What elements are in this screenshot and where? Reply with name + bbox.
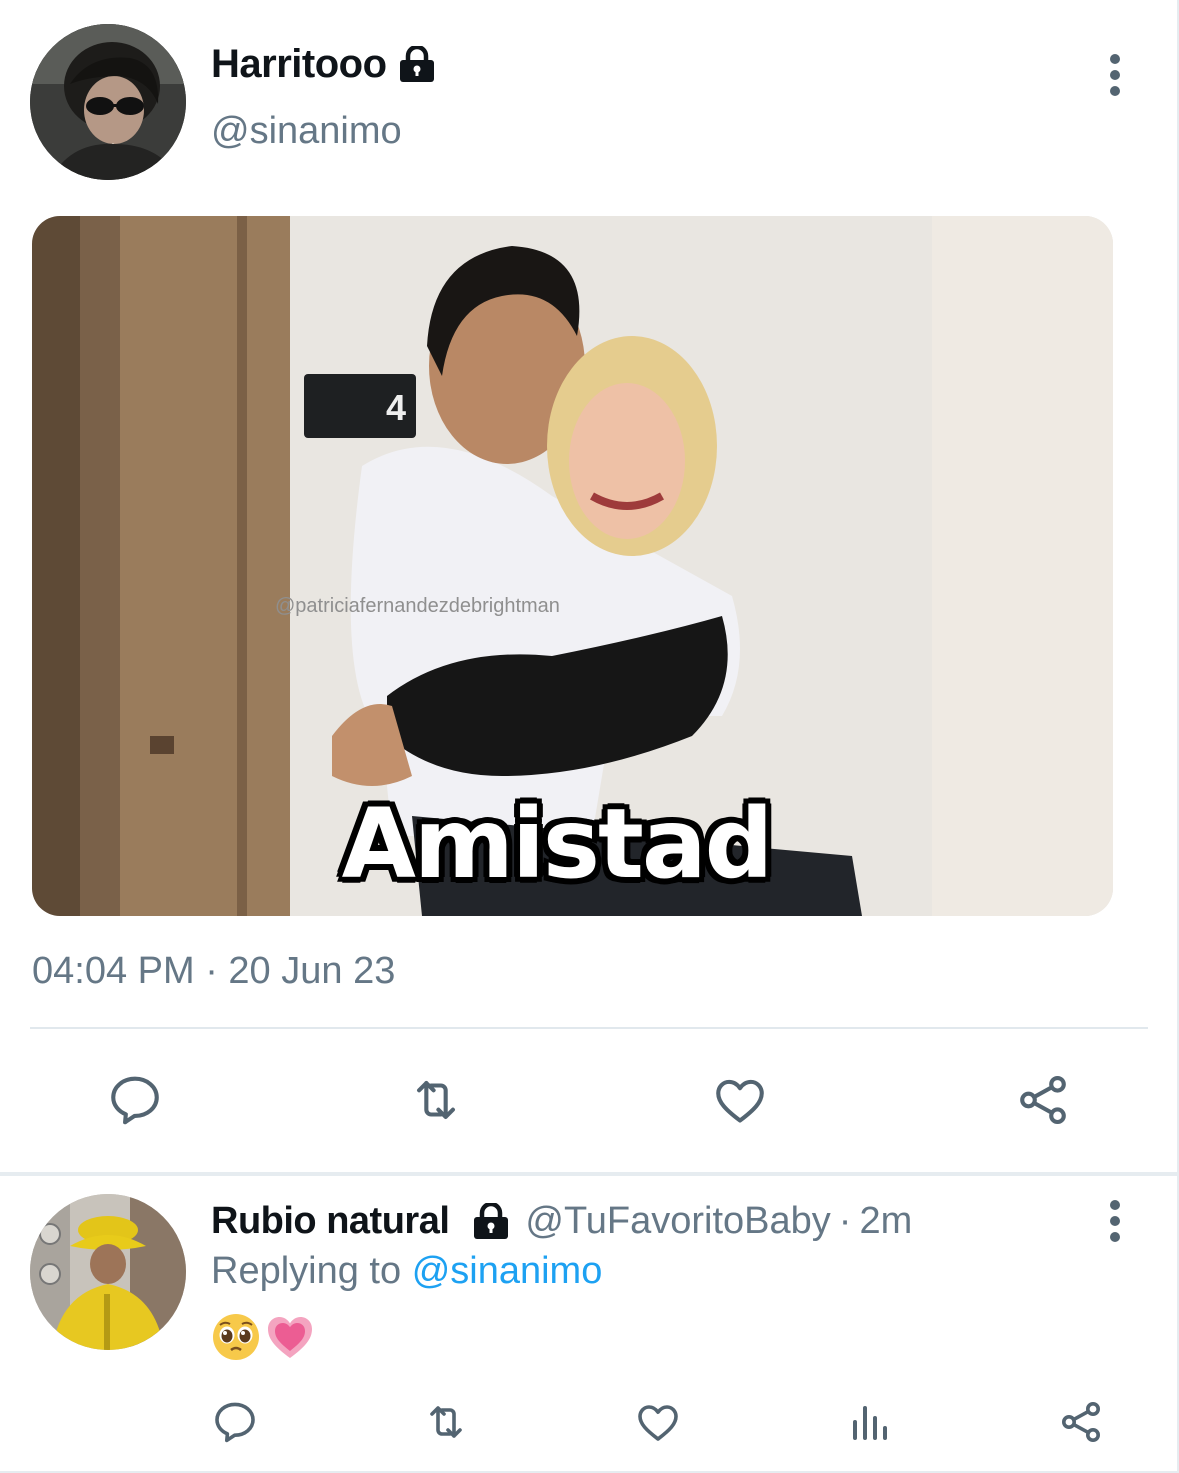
author-name[interactable]: Harritooo bbox=[211, 42, 437, 87]
reply-time[interactable]: 2m bbox=[859, 1200, 912, 1243]
reply-like-button[interactable] bbox=[632, 1396, 684, 1448]
like-button[interactable] bbox=[710, 1070, 770, 1130]
replying-to: Replying to @sinanimo bbox=[211, 1250, 602, 1293]
more-options-button[interactable] bbox=[1098, 52, 1132, 98]
author-display-name: Harritooo bbox=[211, 42, 387, 86]
reply-button[interactable] bbox=[105, 1070, 165, 1130]
reply-text: 🥺💗 bbox=[211, 1312, 315, 1362]
tweet-timestamp[interactable]: 04:04 PM · 20 Jun 23 bbox=[32, 950, 395, 993]
replying-mention-link[interactable]: @sinanimo bbox=[412, 1250, 603, 1292]
reply-reply-button[interactable] bbox=[209, 1396, 261, 1448]
reply-display-name[interactable]: Rubio natural bbox=[211, 1200, 450, 1243]
lock-icon bbox=[474, 1202, 509, 1239]
share-button[interactable] bbox=[1013, 1070, 1073, 1130]
section-separator bbox=[0, 1172, 1179, 1176]
lock-icon bbox=[399, 45, 434, 82]
analytics-icon bbox=[853, 1406, 887, 1440]
reply-handle[interactable]: @TuFavoritoBaby bbox=[525, 1200, 830, 1243]
reply-share-button[interactable] bbox=[1055, 1396, 1107, 1448]
retweet-icon bbox=[430, 1406, 462, 1438]
divider bbox=[30, 1027, 1148, 1029]
tweet-actions bbox=[0, 1070, 1179, 1132]
image-caption: Amistad bbox=[341, 788, 774, 900]
reply-avatar-image bbox=[30, 1194, 186, 1350]
more-vertical-icon bbox=[1110, 1200, 1120, 1242]
pleading-face-emoji bbox=[213, 1314, 259, 1360]
reply-icon bbox=[111, 1076, 159, 1125]
author-avatar[interactable] bbox=[30, 24, 186, 180]
image-watermark: @patriciafernandezdebrightman bbox=[275, 595, 560, 617]
tweet-media[interactable]: 4 @patriciafernandezdebrightman Amistad bbox=[32, 216, 1113, 916]
reply-author-avatar[interactable] bbox=[30, 1194, 186, 1350]
door-sign-number: 4 bbox=[386, 387, 406, 428]
reply-header: Rubio natural @TuFavoritoBaby · 2m bbox=[211, 1200, 912, 1243]
reply-retweet-button[interactable] bbox=[420, 1396, 472, 1448]
reply-more-options-button[interactable] bbox=[1098, 1198, 1132, 1244]
retweet-button[interactable] bbox=[406, 1070, 466, 1130]
heart-icon bbox=[716, 1079, 764, 1123]
replying-prefix: Replying to bbox=[211, 1250, 402, 1292]
share-icon bbox=[1062, 1402, 1100, 1442]
more-vertical-icon bbox=[1110, 54, 1120, 96]
growing-heart-emoji bbox=[268, 1317, 312, 1358]
analytics-button[interactable] bbox=[843, 1396, 895, 1448]
share-icon bbox=[1020, 1075, 1066, 1125]
reply-separator: · bbox=[838, 1200, 852, 1242]
author-avatar-image bbox=[30, 24, 186, 180]
heart-icon bbox=[638, 1405, 678, 1441]
reply-icon bbox=[215, 1402, 255, 1443]
reply-actions bbox=[0, 1396, 1179, 1448]
retweet-icon bbox=[417, 1081, 455, 1119]
author-handle[interactable]: @sinanimo bbox=[211, 110, 402, 153]
